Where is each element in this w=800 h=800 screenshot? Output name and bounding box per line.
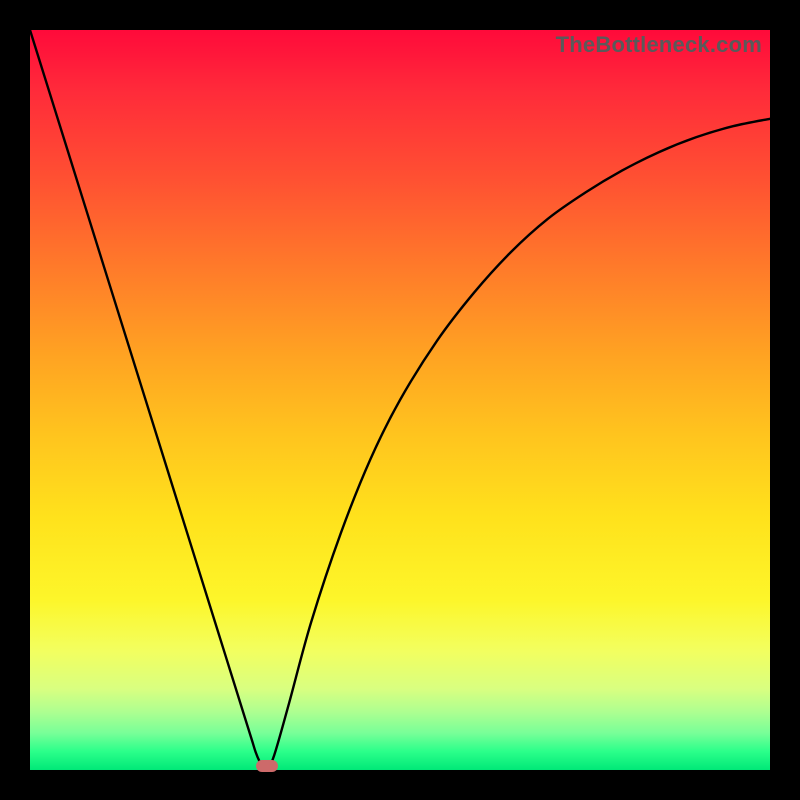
optimal-point-marker [256, 760, 278, 772]
bottleneck-curve [30, 30, 770, 770]
plot-area: TheBottleneck.com [30, 30, 770, 770]
chart-frame: TheBottleneck.com [0, 0, 800, 800]
